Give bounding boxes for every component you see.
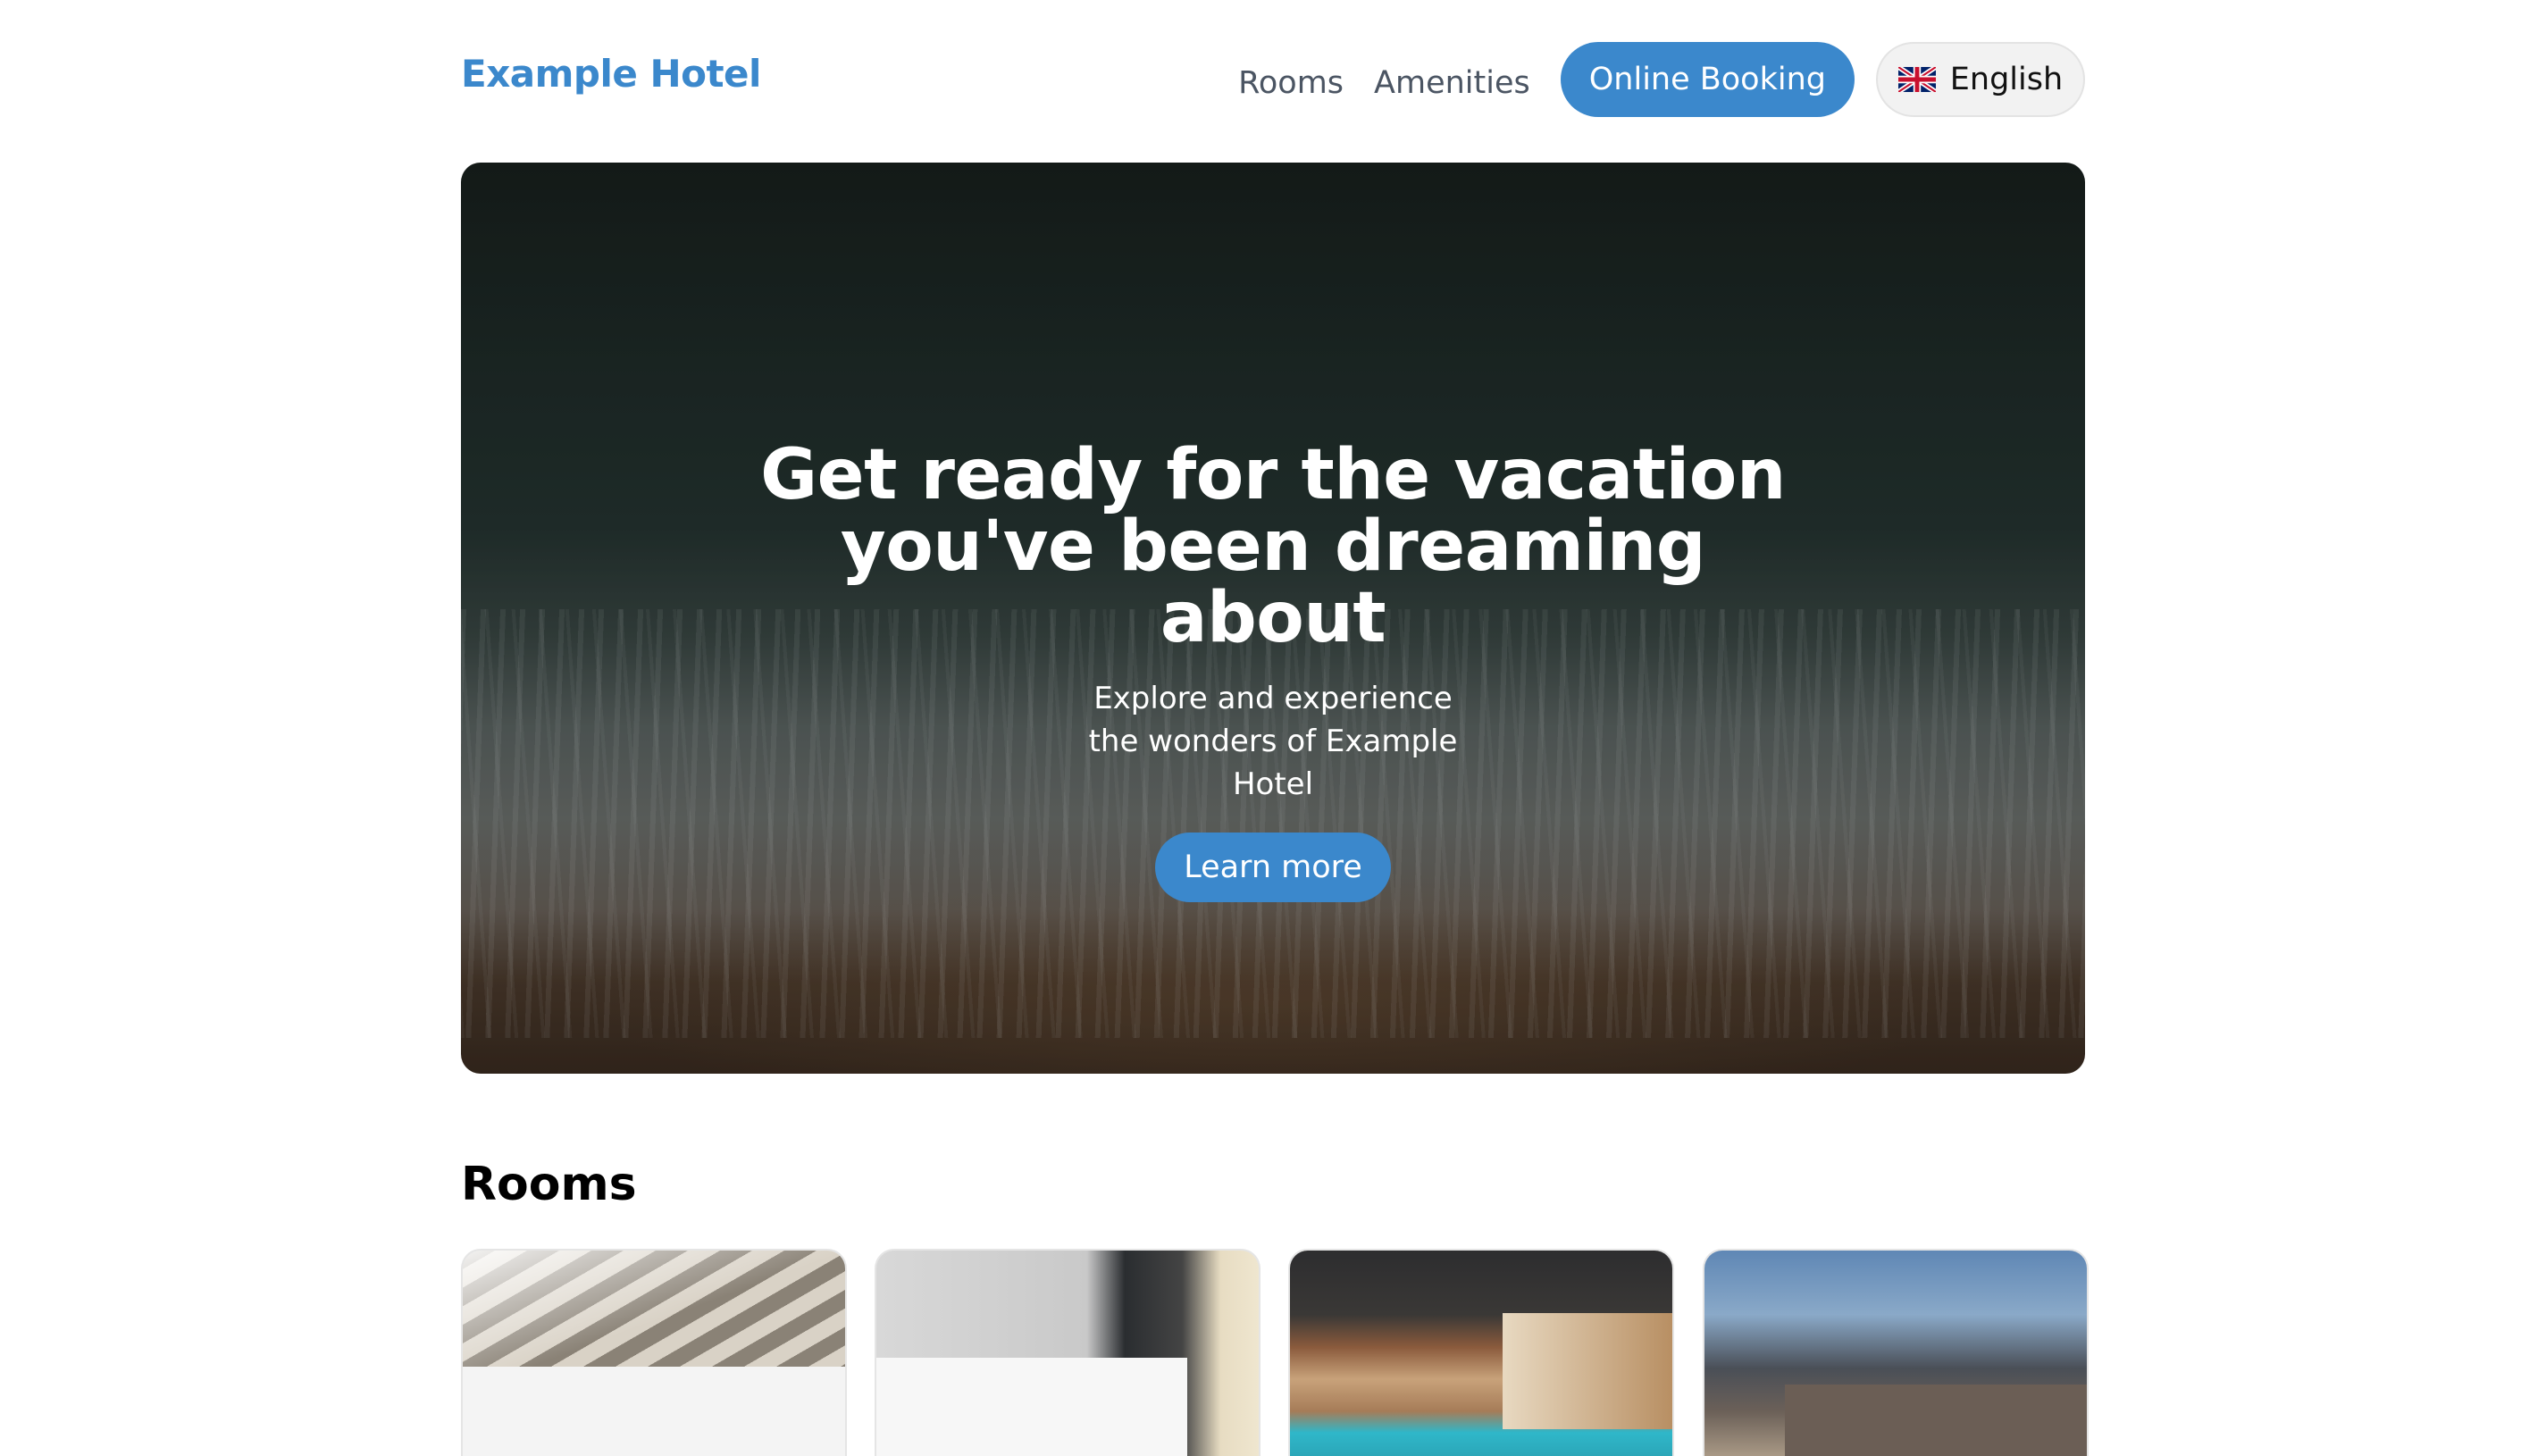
room-image-city-view-bedroom — [1785, 1385, 2087, 1456]
learn-more-button[interactable]: Learn more — [1155, 833, 1391, 902]
hero-title: Get ready for the vacation you've been d… — [760, 435, 1786, 658]
uk-flag-icon — [1897, 67, 1936, 92]
room-image-indoor-pool — [1503, 1313, 1672, 1429]
room-card[interactable] — [1288, 1249, 1674, 1456]
language-selector[interactable]: English — [1876, 42, 2085, 117]
room-image-white-bedroom — [876, 1358, 1187, 1456]
page: Example Hotel Rooms Amenities Online Boo… — [0, 0, 2546, 1456]
brand-logo[interactable]: Example Hotel — [461, 52, 761, 96]
rooms-section-title: Rooms — [461, 1158, 637, 1211]
nav-link-rooms[interactable]: Rooms — [1238, 58, 1344, 101]
room-card[interactable] — [461, 1249, 847, 1456]
nav-link-amenities[interactable]: Amenities — [1374, 58, 1530, 101]
site-header: Example Hotel Rooms Amenities Online Boo… — [461, 41, 2085, 118]
room-card[interactable] — [875, 1249, 1260, 1456]
room-image-bed-pillow — [463, 1367, 845, 1456]
hero-content: Get ready for the vacation you've been d… — [461, 439, 2085, 902]
room-card[interactable] — [1703, 1249, 2089, 1456]
hero-banner: Get ready for the vacation you've been d… — [461, 163, 2085, 1074]
language-label: English — [1949, 62, 2064, 97]
online-booking-button[interactable]: Online Booking — [1560, 42, 1855, 117]
main-nav: Rooms Amenities Online Booking English — [1238, 41, 2085, 118]
hero-subtitle: Explore and experience the wonders of Ex… — [1088, 681, 1458, 802]
